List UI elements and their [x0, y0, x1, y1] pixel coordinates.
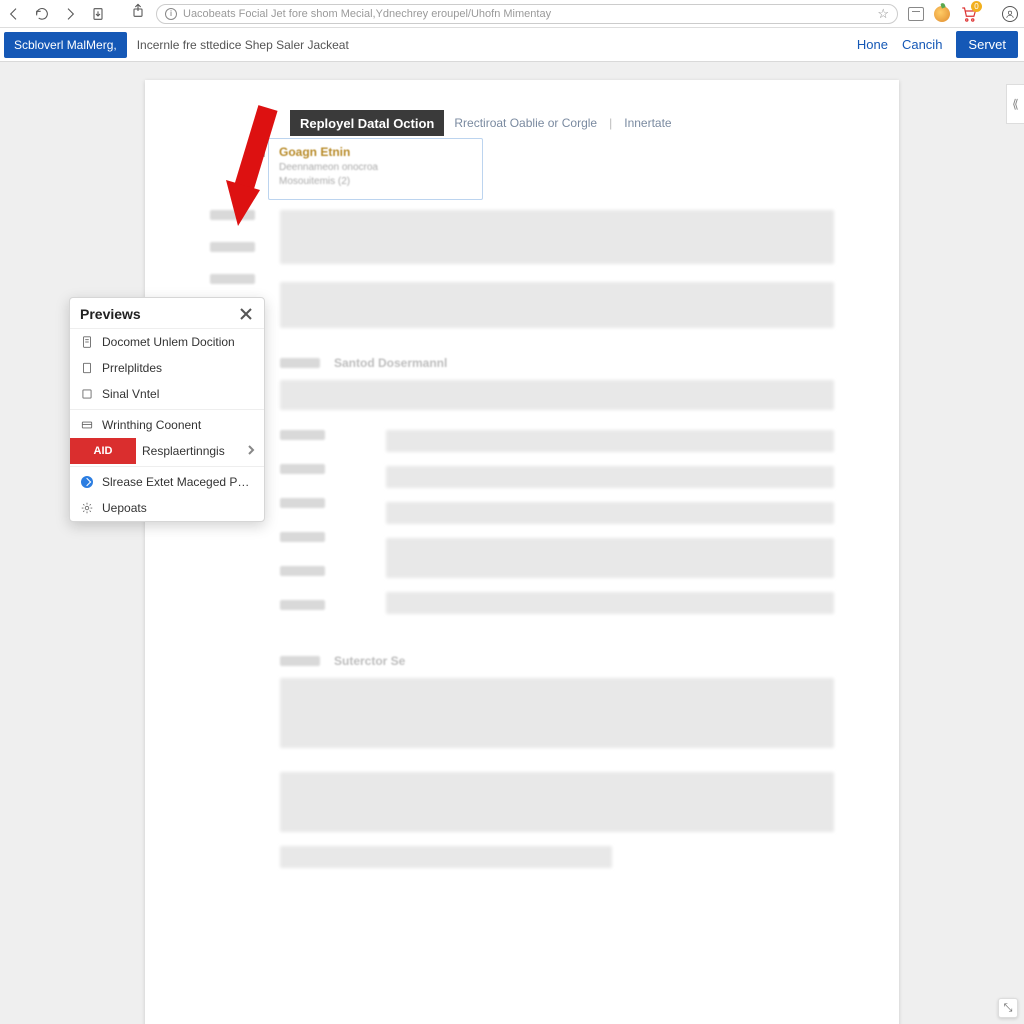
chevron-right-icon [246, 444, 256, 458]
blue-dot-icon [80, 475, 94, 489]
share-icon[interactable] [130, 3, 146, 24]
updates-icon [80, 501, 94, 515]
side-panel-toggle[interactable]: ⟪ [1006, 84, 1024, 124]
reader-icon[interactable] [908, 7, 924, 21]
tab-third[interactable]: Innertate [614, 110, 681, 136]
square-icon [80, 387, 94, 401]
page-icon [80, 361, 94, 375]
info-card-line1: Deennameon onocroa [279, 162, 472, 173]
popup-item-label: Slrease Extet Maceged Po… [102, 475, 252, 489]
popup-item-sinal[interactable]: Sinal Vntel [70, 381, 264, 407]
cart-icon[interactable]: 0 [960, 5, 978, 23]
popup-item-prel[interactable]: Prrelplitdes [70, 355, 264, 381]
section-heading-1: Santod Dosermannl [334, 356, 447, 370]
popup-list: Docomet Unlem Docition Prrelplitdes Sina… [70, 328, 264, 521]
popup-item-label: Sinal Vntel [102, 387, 159, 401]
section-heading-2: Suterctor Se [334, 654, 405, 668]
info-checkbox[interactable] [255, 147, 265, 157]
nav-button-group [6, 6, 106, 22]
popup-item-aid[interactable]: AID Resplaertinngis [70, 438, 264, 464]
doc-tab-strip: Reployel Datal Oction Rrectiroat Oablie … [290, 110, 682, 136]
previews-popup: Previews Docomet Unlem Docition Prrelpli… [69, 297, 265, 522]
card-icon [80, 418, 94, 432]
popup-title: Previews [80, 306, 141, 322]
breadcrumb: Incernle fre sttedice Shep Saler Jackeat [137, 38, 349, 52]
popup-item-stress[interactable]: Slrease Extet Maceged Po… [70, 469, 264, 495]
address-bar[interactable]: i Uacobeats Focial Jet fore shom Mecial,… [156, 4, 898, 24]
popup-item-label: Docomet Unlem Docition [102, 335, 235, 349]
popup-separator [70, 466, 264, 467]
popup-item-label: Prrelplitdes [102, 361, 162, 375]
popup-item-writing[interactable]: Wrinthing Coonent [70, 412, 264, 438]
popup-item-document[interactable]: Docomet Unlem Docition [70, 329, 264, 355]
browser-toolbar: i Uacobeats Focial Jet fore shom Mecial,… [0, 0, 1024, 28]
document-content: Reployel Datal Oction Rrectiroat Oablie … [210, 110, 834, 1020]
extension-fruit-icon[interactable] [934, 6, 950, 22]
resize-handle-icon[interactable]: ⤡ [998, 998, 1018, 1018]
brand-chip[interactable]: Scbloverl MalMerg, [4, 32, 127, 58]
popup-item-label: Wrinthing Coonent [102, 418, 201, 432]
popup-item-label: Resplaertinngis [142, 444, 225, 458]
bookmark-star-icon[interactable]: ☆ [877, 6, 889, 22]
cart-badge: 0 [971, 1, 982, 12]
browser-right-icons: 0 [908, 5, 1018, 23]
save-button[interactable]: Servet [956, 31, 1018, 58]
cancel-link[interactable]: Cancih [902, 37, 942, 52]
download-icon[interactable] [90, 6, 106, 22]
header-actions: Hone Cancih Servet [857, 31, 1024, 58]
close-icon[interactable] [238, 306, 254, 322]
work-area: ⟪ Reployel Datal Oction Rrectiroat Oabli… [0, 62, 1024, 1024]
tab-second[interactable]: Rrectiroat Oablie or Corgle [444, 110, 607, 136]
info-card[interactable]: Goagn Etnin Deennameon onocroa Mosouitem… [268, 138, 483, 200]
popup-item-updates[interactable]: Uepoats [70, 495, 264, 521]
back-icon[interactable] [6, 6, 22, 22]
forward-icon[interactable] [62, 6, 78, 22]
document-icon [80, 335, 94, 349]
info-card-title: Goagn Etnin [279, 145, 472, 159]
tab-separator: | [607, 110, 614, 136]
site-info-icon[interactable]: i [165, 8, 177, 20]
info-card-line2: Mosouitemis (2) [279, 176, 472, 187]
home-link[interactable]: Hone [857, 37, 888, 52]
popup-separator [70, 409, 264, 410]
reload-icon[interactable] [34, 6, 50, 22]
tab-active[interactable]: Reployel Datal Oction [290, 110, 444, 136]
document-page: Reployel Datal Oction Rrectiroat Oablie … [145, 80, 899, 1024]
popup-item-label: Uepoats [102, 501, 147, 515]
aid-highlight-tab: AID [70, 438, 136, 464]
url-text: Uacobeats Focial Jet fore shom Mecial,Yd… [183, 8, 871, 20]
app-header: Scbloverl MalMerg, Incernle fre sttedice… [0, 28, 1024, 62]
account-icon[interactable] [1002, 6, 1018, 22]
